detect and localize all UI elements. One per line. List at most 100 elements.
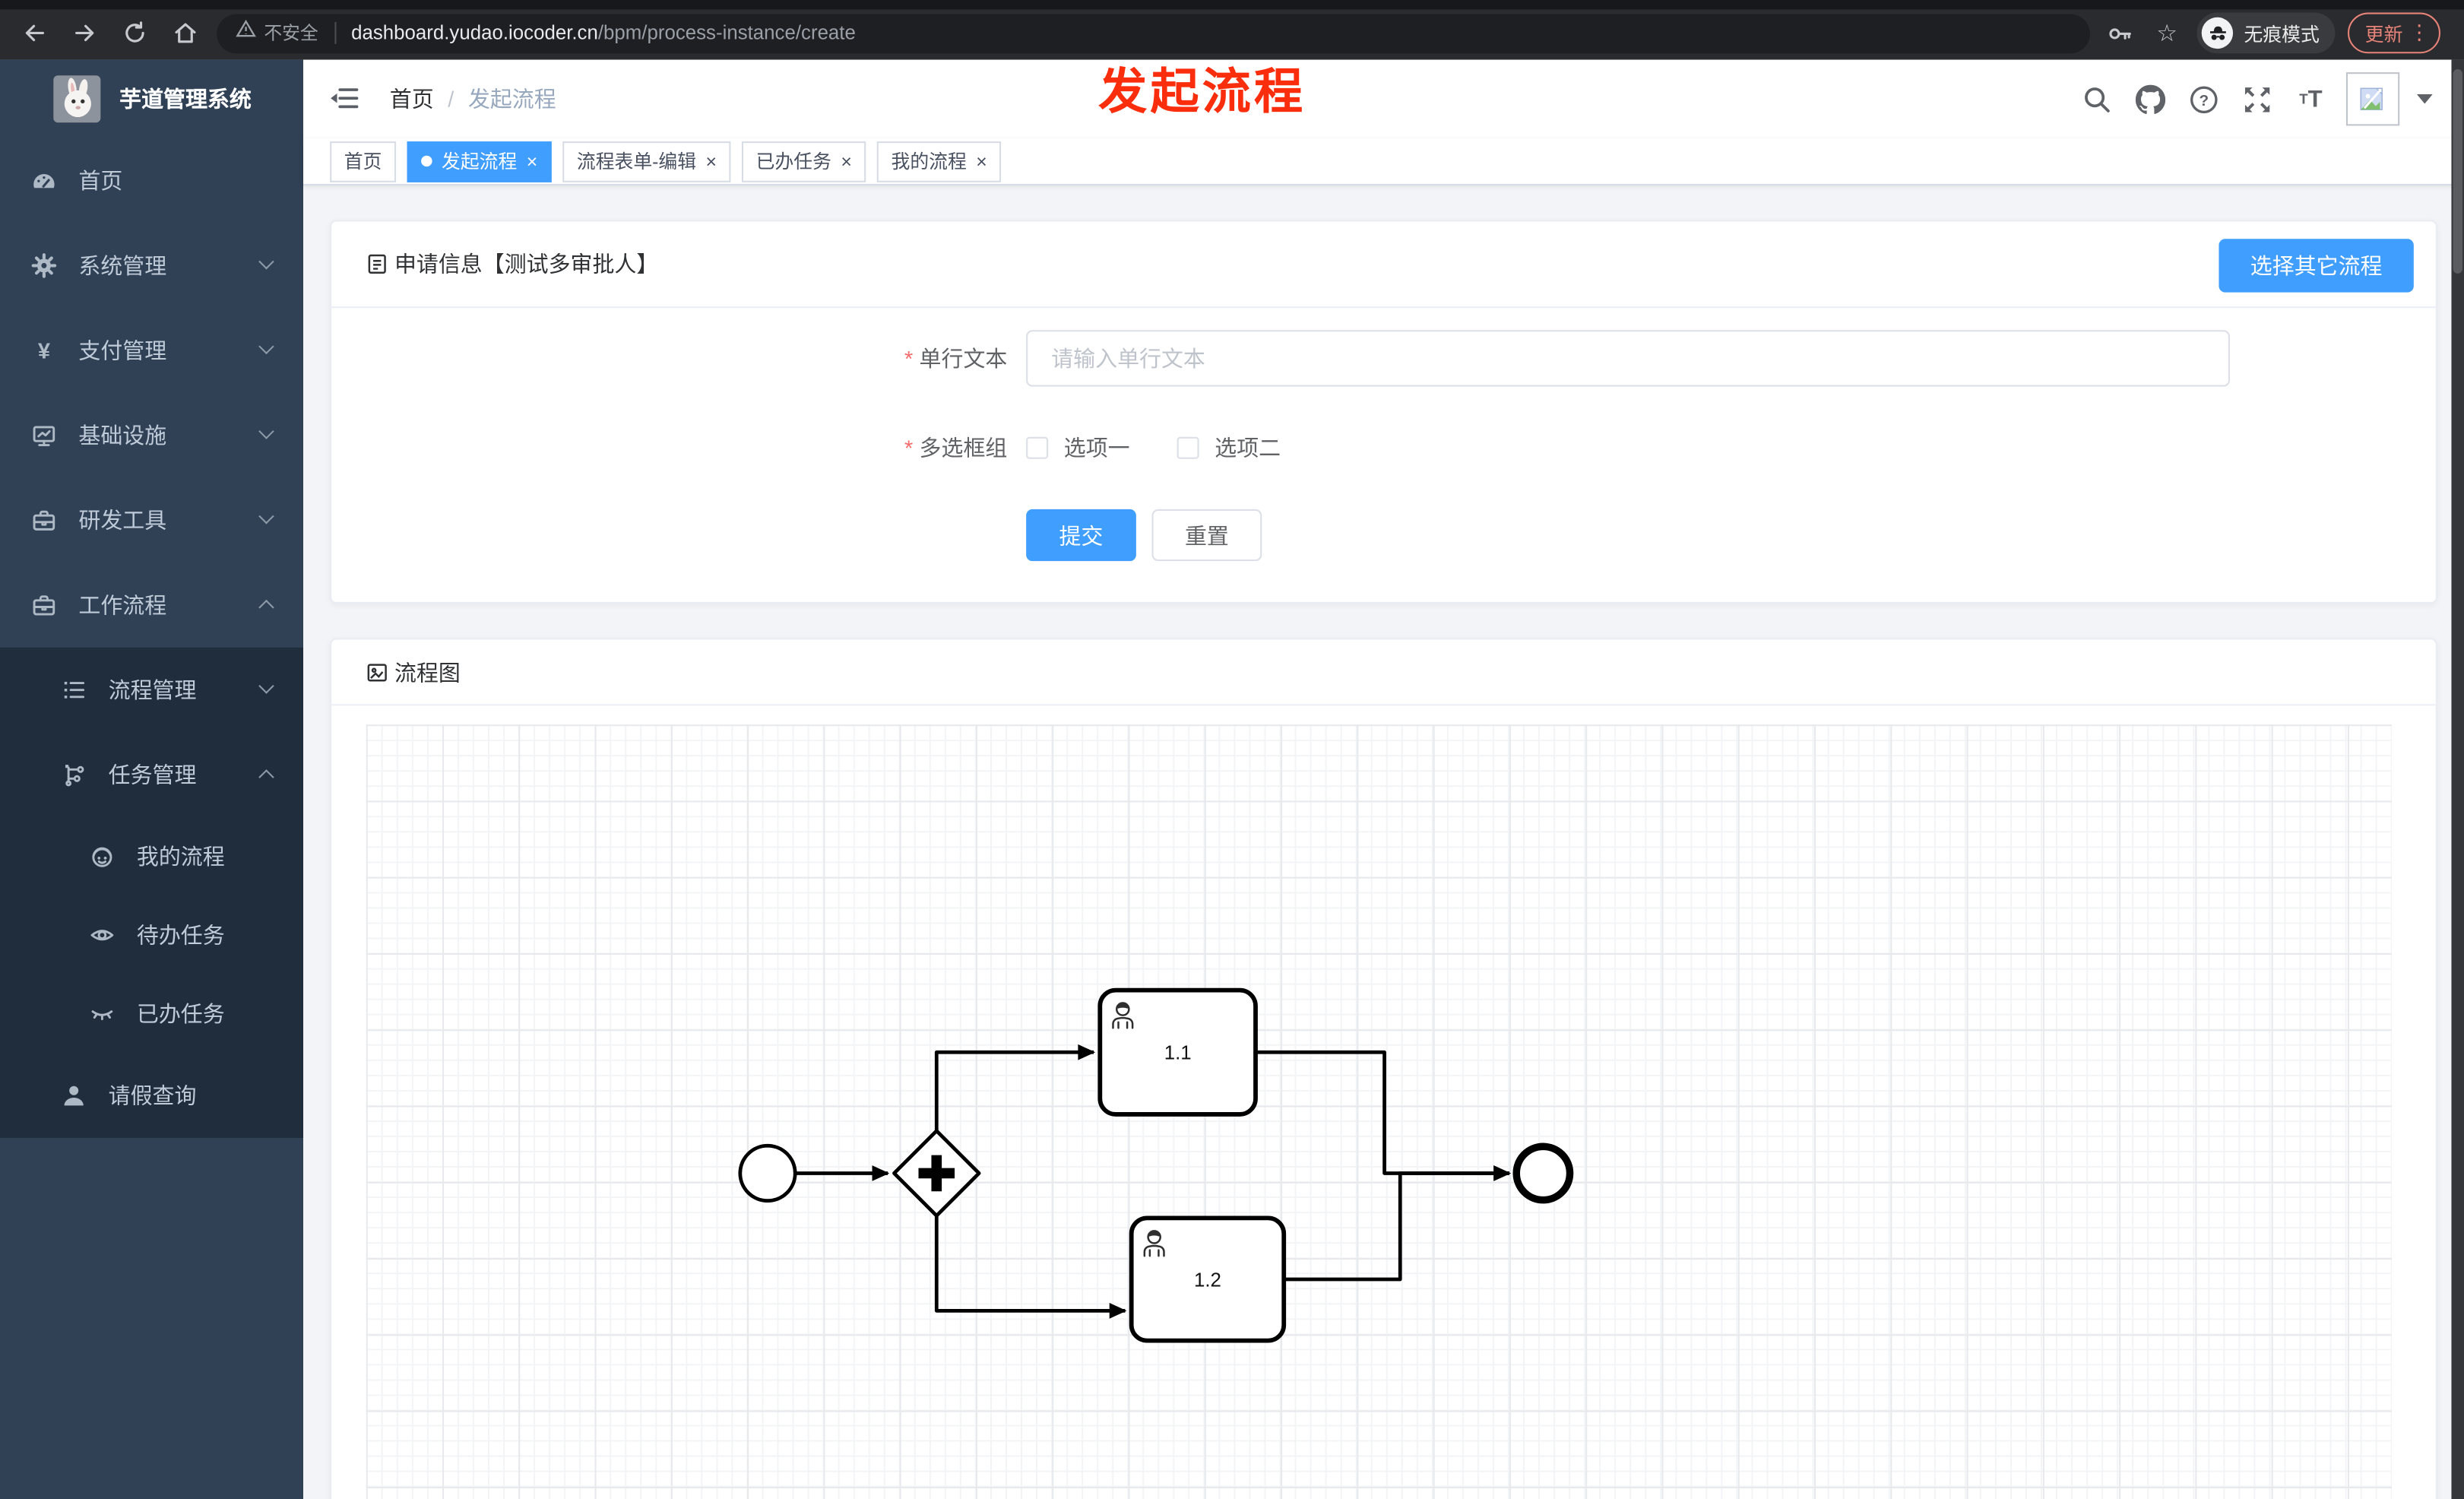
browser-update-button[interactable]: 更新 ⋮ (2348, 12, 2441, 54)
tab-start-process[interactable]: 发起流程 × (407, 141, 552, 182)
browser-back-button[interactable] (16, 14, 54, 52)
bpmn-parallel-gateway[interactable] (892, 1129, 981, 1218)
bpmn-user-task-1-2[interactable]: 1.2 (1129, 1215, 1287, 1343)
monitor-icon (31, 423, 56, 448)
sidebar-item-label: 待办任务 (136, 922, 225, 948)
sidebar-item-label: 我的流程 (136, 844, 225, 870)
app-logo[interactable]: 芋道管理系统 (0, 60, 303, 138)
bpmn-canvas[interactable]: 1.1 1.2 (366, 724, 2392, 1499)
flow-tree-icon (62, 762, 87, 788)
sidebar-item-done-tasks[interactable]: 已办任务 (0, 974, 304, 1054)
bpmn-edge-gateway-task2 (934, 1215, 1127, 1319)
url-bar[interactable]: 不安全 dashboard.yudao.iocoder.cn/bpm/proce… (217, 13, 2090, 53)
sidebar-item-label: 首页 (78, 168, 123, 194)
choose-other-process-button[interactable]: 选择其它流程 (2219, 239, 2414, 293)
checkbox-label: 选项一 (1063, 435, 1130, 461)
fullscreen-icon[interactable] (2242, 84, 2272, 114)
browser-toolbar: 不安全 dashboard.yudao.iocoder.cn/bpm/proce… (0, 9, 2464, 56)
browser-home-button[interactable] (166, 14, 204, 52)
tab-my-process[interactable]: 我的流程 × (876, 141, 1002, 182)
tab-label: 我的流程 (891, 151, 967, 173)
sidebar-item-infra[interactable]: 基础设施 (0, 393, 303, 478)
incognito-icon (2201, 17, 2234, 49)
sidebar-item-label: 基础设施 (78, 423, 167, 448)
browser-menu-icon[interactable]: ⋮ (2409, 21, 2430, 46)
tab-form-edit[interactable]: 流程表单-编辑 × (562, 141, 731, 182)
page-scrollbar[interactable] (2451, 59, 2464, 1499)
sidebar-item-devtools[interactable]: 研发工具 (0, 478, 303, 563)
checkbox-option-1[interactable]: 选项一 (1026, 433, 1130, 464)
avatar-dropdown-caret[interactable] (2416, 94, 2433, 104)
bpmn-start-event[interactable] (738, 1143, 797, 1203)
bpmn-task-label: 1.1 (1164, 1043, 1192, 1064)
not-secure-label: 不安全 (264, 25, 318, 44)
sidebar-item-system[interactable]: 系统管理 (0, 223, 303, 309)
incognito-label: 无痕模式 (2244, 22, 2320, 45)
chevron-down-icon (258, 338, 274, 355)
sidebar-item-home[interactable]: 首页 (0, 138, 303, 223)
sidebar-item-label: 研发工具 (78, 507, 167, 533)
github-icon[interactable] (2135, 84, 2166, 114)
close-icon[interactable]: × (705, 152, 717, 171)
font-size-icon[interactable]: TT (2296, 84, 2326, 114)
password-key-icon[interactable] (2102, 16, 2136, 50)
sidebar-item-task-mgmt[interactable]: 任务管理 (0, 732, 304, 818)
apply-info-card: 申请信息【测试多审批人】 选择其它流程 *单行文本 *多选框组 (330, 220, 2437, 604)
submit-button[interactable]: 提交 (1026, 509, 1136, 562)
scrollbar-thumb[interactable] (2453, 68, 2462, 274)
chevron-down-icon (258, 508, 274, 524)
browser-forward-button[interactable] (66, 14, 104, 52)
sidebar-item-label: 流程管理 (108, 677, 197, 703)
svg-text:¥: ¥ (38, 339, 50, 363)
svg-text:?: ? (2199, 91, 2209, 109)
breadcrumb-home[interactable]: 首页 (390, 84, 434, 115)
required-mark: * (904, 435, 914, 461)
bpmn-end-event[interactable] (1512, 1142, 1574, 1204)
app-title: 芋道管理系统 (119, 86, 252, 112)
search-icon[interactable] (2082, 84, 2112, 114)
active-dot (421, 155, 432, 167)
bpmn-user-task-1-1[interactable]: 1.1 (1097, 987, 1258, 1117)
reset-button[interactable]: 重置 (1151, 509, 1262, 562)
sidebar-item-label: 任务管理 (108, 762, 197, 788)
bookmark-star-icon[interactable]: ☆ (2149, 16, 2184, 50)
sidebar-item-process-mgmt[interactable]: 流程管理 (0, 647, 304, 733)
eye-closed-icon (90, 1001, 115, 1026)
tab-label: 流程表单-编辑 (576, 151, 697, 173)
tab-label: 首页 (344, 151, 382, 173)
bpmn-task-label: 1.2 (1194, 1269, 1221, 1291)
sidebar-fold-icon[interactable] (330, 87, 359, 110)
url-host: dashboard.yudao.iocoder.cn (351, 21, 598, 44)
sidebar-item-my-process[interactable]: 我的流程 (0, 817, 304, 896)
checkbox-option-2[interactable]: 选项二 (1177, 433, 1281, 464)
sidebar-item-workflow[interactable]: 工作流程 (0, 563, 303, 648)
checkbox-icon[interactable] (1026, 436, 1049, 459)
checkbox-label: 选项二 (1215, 435, 1281, 461)
sidebar-item-leave-query[interactable]: 请假查询 (0, 1053, 304, 1138)
single-line-text-input[interactable] (1026, 330, 2230, 387)
sidebar-item-payment[interactable]: ¥ 支付管理 (0, 308, 303, 393)
sidebar-item-todo-tasks[interactable]: 待办任务 (0, 895, 304, 975)
yen-icon: ¥ (31, 338, 56, 363)
chevron-up-icon (258, 599, 274, 616)
logo-image (53, 75, 101, 123)
close-icon[interactable]: × (527, 152, 538, 171)
chevron-up-icon (258, 769, 274, 785)
browser-reload-button[interactable] (116, 14, 154, 52)
bpmn-edge-task1-end (1256, 1050, 1511, 1181)
close-icon[interactable]: × (841, 152, 852, 171)
chevron-down-icon (258, 423, 274, 439)
required-mark: * (904, 345, 914, 371)
incognito-badge: 无痕模式 (2196, 12, 2336, 54)
avatar[interactable] (2345, 72, 2400, 126)
close-icon[interactable]: × (976, 152, 987, 171)
tab-label: 已办任务 (755, 151, 831, 173)
tab-done-tasks[interactable]: 已办任务 × (742, 141, 866, 182)
field-label-text: * 单行文本 (904, 345, 1008, 371)
tab-home[interactable]: 首页 (330, 141, 397, 182)
help-icon[interactable]: ? (2189, 84, 2219, 114)
tags-view-bar: 首页 发起流程 × 流程表单-编辑 × 已办任务 × 我的流程 × (303, 138, 2464, 185)
checkbox-icon[interactable] (1177, 436, 1199, 459)
gear-icon (31, 253, 57, 278)
card-title: 申请信息【测试多审批人】 (394, 251, 659, 277)
